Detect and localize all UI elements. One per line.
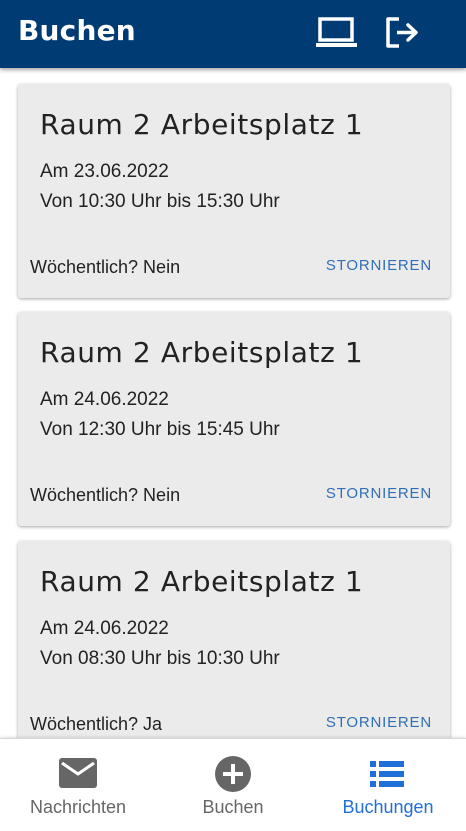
- booking-title: Raum 2 Arbeitsplatz 1: [40, 565, 364, 598]
- cancel-button[interactable]: STORNIEREN: [326, 485, 432, 502]
- booking-list: Raum 2 Arbeitsplatz 1 Am 23.06.2022 Von …: [0, 68, 466, 738]
- booking-time: Von 08:30 Uhr bis 10:30 Uhr: [40, 648, 280, 669]
- cancel-button[interactable]: STORNIEREN: [326, 257, 432, 274]
- booking-time: Von 10:30 Uhr bis 15:30 Uhr: [40, 191, 280, 212]
- bottom-navigation: Nachrichten Buchen Buchungen: [0, 738, 466, 831]
- desktop-icon: [316, 17, 357, 47]
- booking-weekly: Wöchentlich? Ja: [30, 714, 163, 734]
- booking-date: Am 24.06.2022: [40, 389, 169, 410]
- page-title: Buchen: [18, 14, 136, 47]
- nav-item-buchungen[interactable]: Buchungen: [310, 739, 466, 831]
- booking-title: Raum 2 Arbeitsplatz 1: [40, 336, 364, 369]
- add-circle-icon: [215, 756, 251, 792]
- booking-weekly: Wöchentlich? Nein: [30, 485, 181, 505]
- desktop-button[interactable]: [316, 14, 358, 54]
- booking-date: Am 24.06.2022: [40, 618, 169, 639]
- nav-label: Buchungen: [342, 797, 434, 817]
- nav-label: Nachrichten: [29, 797, 127, 817]
- nav-item-buchen[interactable]: Buchen: [156, 739, 310, 831]
- app-bar: Buchen: [0, 0, 466, 68]
- list-icon: [370, 761, 404, 787]
- booking-weekly: Wöchentlich? Nein: [30, 257, 181, 277]
- booking-card: Raum 2 Arbeitsplatz 1 Am 24.06.2022 Von …: [18, 541, 450, 738]
- nav-item-nachrichten[interactable]: Nachrichten: [0, 739, 156, 831]
- booking-title: Raum 2 Arbeitsplatz 1: [40, 108, 364, 141]
- cancel-button[interactable]: STORNIEREN: [326, 714, 432, 731]
- booking-time: Von 12:30 Uhr bis 15:45 Uhr: [40, 419, 280, 440]
- logout-icon: [386, 17, 418, 48]
- booking-card: Raum 2 Arbeitsplatz 1 Am 23.06.2022 Von …: [18, 84, 450, 298]
- nav-label: Buchen: [202, 797, 264, 817]
- booking-card: Raum 2 Arbeitsplatz 1 Am 24.06.2022 Von …: [18, 312, 450, 526]
- booking-date: Am 23.06.2022: [40, 161, 169, 182]
- mail-icon: [59, 758, 97, 788]
- logout-button[interactable]: [384, 14, 426, 54]
